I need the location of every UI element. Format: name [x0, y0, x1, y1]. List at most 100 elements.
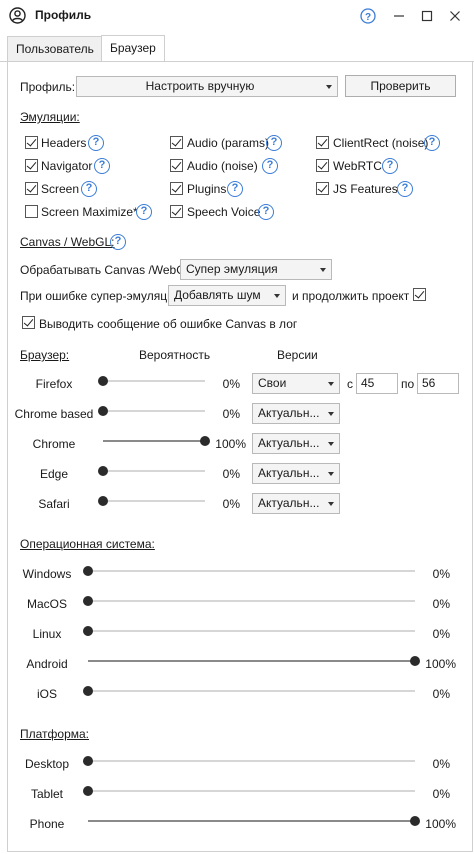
minimize-button[interactable]	[388, 5, 410, 27]
help-button[interactable]: ?	[357, 5, 379, 27]
help-audio-noise-icon[interactable]: ?	[262, 158, 278, 174]
help-screen-maximize-icon[interactable]: ?	[136, 204, 152, 220]
version-select-chrome-based[interactable]: Актуальн...	[252, 403, 340, 424]
slider-chrome[interactable]	[103, 436, 210, 446]
help-circle-icon: ?	[360, 8, 376, 24]
profile-select[interactable]: Настроить вручную	[76, 76, 338, 97]
help-navigator-icon[interactable]: ?	[94, 158, 110, 174]
continue-checkbox[interactable]	[413, 288, 426, 301]
help-screen-icon[interactable]: ?	[81, 181, 97, 197]
log-canvas-error-checkbox[interactable]	[22, 316, 35, 329]
slider-thumb[interactable]	[98, 466, 108, 476]
window-title: Профиль	[35, 8, 92, 22]
slider-thumb[interactable]	[98, 406, 108, 416]
version-select-edge[interactable]: Актуальн...	[252, 463, 340, 484]
checkbox-navigator[interactable]	[25, 159, 38, 172]
slider-thumb[interactable]	[83, 596, 93, 606]
browser-settings-panel: Профиль: Настроить вручную Проверить Эму…	[7, 62, 473, 852]
tab-browser[interactable]: Браузер	[101, 35, 165, 62]
slider-android[interactable]	[88, 656, 420, 666]
percent-phone: 100%	[425, 817, 456, 831]
maximize-button[interactable]	[416, 5, 438, 27]
slider-safari[interactable]	[98, 496, 205, 506]
slider-thumb[interactable]	[83, 686, 93, 696]
percent-edge: 0%	[222, 467, 240, 481]
help-canvas-icon[interactable]: ?	[110, 234, 126, 250]
os-title: Операционная система:	[20, 537, 155, 551]
os-name-windows: Windows	[22, 567, 72, 581]
version-select-chrome[interactable]: Актуальн...	[252, 433, 340, 454]
slider-phone[interactable]	[88, 816, 420, 826]
slider-desktop[interactable]	[83, 756, 415, 766]
label-clientrect: ClientRect (noise)	[333, 136, 429, 150]
on-error-label: При ошибке супер-эмуляции	[20, 289, 181, 303]
svg-text:?: ?	[365, 12, 371, 23]
slider-track	[88, 690, 415, 692]
help-webrtc-icon[interactable]: ?	[382, 158, 398, 174]
version-select-safari[interactable]: Актуальн...	[252, 493, 340, 514]
help-clientrect-icon[interactable]: ?	[424, 135, 440, 151]
help-plugins-icon[interactable]: ?	[227, 181, 243, 197]
close-button[interactable]	[444, 5, 466, 27]
label-screen: Screen	[41, 182, 80, 196]
tab-user[interactable]: Пользователь	[7, 36, 103, 62]
slider-chrome-based[interactable]	[98, 406, 205, 416]
platform-title: Платформа:	[20, 727, 90, 741]
checkbox-screen-maximize[interactable]	[25, 205, 38, 218]
checkbox-speech-voice[interactable]	[170, 205, 183, 218]
help-headers-icon[interactable]: ?	[88, 135, 104, 151]
checkbox-plugins[interactable]	[170, 182, 183, 195]
percent-macos: 0%	[432, 597, 450, 611]
checkbox-audio-params[interactable]	[170, 136, 183, 149]
slider-edge[interactable]	[98, 466, 205, 476]
label-audio-params: Audio (params)	[187, 136, 270, 150]
check-profile-button[interactable]: Проверить	[345, 75, 456, 97]
os-name-linux: Linux	[32, 627, 62, 641]
checkbox-js-features[interactable]	[316, 182, 329, 195]
browser-name-safari: Safari	[38, 497, 70, 511]
version-select-firefox[interactable]: Свои	[252, 373, 340, 394]
canvas-process-select[interactable]: Супер эмуляция	[180, 259, 332, 280]
slider-thumb[interactable]	[83, 566, 93, 576]
emulations-title: Эмуляции:	[20, 110, 80, 124]
slider-thumb[interactable]	[83, 786, 93, 796]
checkbox-screen[interactable]	[25, 182, 38, 195]
help-js-features-icon[interactable]: ?	[397, 181, 413, 197]
slider-thumb[interactable]	[98, 496, 108, 506]
version-value-edge: Актуальн...	[258, 466, 320, 480]
percent-linux: 0%	[432, 627, 450, 641]
percent-ios: 0%	[432, 687, 450, 701]
chevron-down-icon	[320, 268, 326, 272]
slider-fill	[88, 660, 415, 662]
slider-thumb[interactable]	[83, 626, 93, 636]
slider-linux[interactable]	[83, 626, 415, 636]
on-error-select[interactable]: Добавлять шум	[168, 285, 286, 306]
chevron-down-icon	[326, 85, 332, 89]
browser-name-chrome-based: Chrome based	[14, 407, 94, 421]
slider-tablet[interactable]	[83, 786, 415, 796]
help-audio-params-icon[interactable]: ?	[266, 135, 282, 151]
percent-desktop: 0%	[432, 757, 450, 771]
label-plugins: Plugins	[187, 182, 227, 196]
checkbox-clientrect[interactable]	[316, 136, 329, 149]
checkbox-webrtc[interactable]	[316, 159, 329, 172]
slider-fill	[88, 820, 415, 822]
slider-thumb[interactable]	[83, 756, 93, 766]
version-to-input[interactable]: 56	[417, 373, 459, 394]
slider-ios[interactable]	[83, 686, 415, 696]
slider-firefox[interactable]	[98, 376, 205, 386]
percent-chrome: 100%	[215, 437, 246, 451]
slider-windows[interactable]	[83, 566, 415, 576]
platform-name-phone: Phone	[29, 817, 65, 831]
percent-windows: 0%	[432, 567, 450, 581]
os-name-ios: iOS	[36, 687, 57, 701]
slider-thumb[interactable]	[98, 376, 108, 386]
percent-android: 100%	[425, 657, 456, 671]
checkbox-audio-noise[interactable]	[170, 159, 183, 172]
help-speech-voice-icon[interactable]: ?	[258, 204, 274, 220]
slider-macos[interactable]	[83, 596, 415, 606]
slider-track	[103, 380, 205, 382]
version-from-input[interactable]: 45	[356, 373, 398, 394]
chevron-down-icon	[328, 382, 334, 386]
checkbox-headers[interactable]	[25, 136, 38, 149]
